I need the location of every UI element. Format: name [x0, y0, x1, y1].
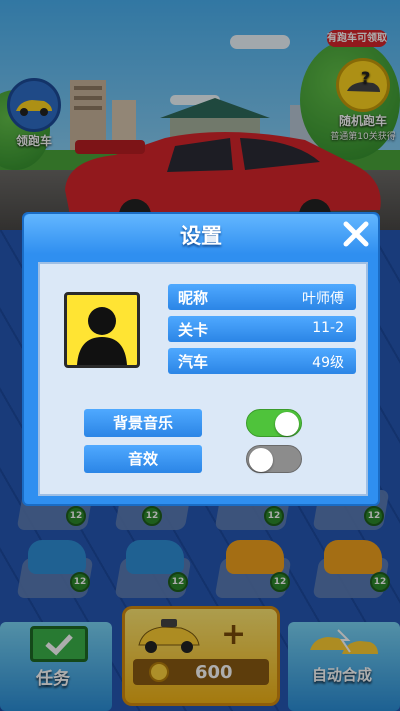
car-row: 汽车 49级: [168, 348, 356, 374]
close-button[interactable]: [340, 218, 372, 250]
car-label: 汽车: [178, 353, 209, 371]
nickname-label: 昵称: [178, 289, 209, 307]
car-value: 49级: [312, 355, 344, 371]
music-toggle[interactable]: [246, 409, 302, 437]
avatar[interactable]: [64, 292, 140, 368]
level-value: 11-2: [312, 320, 344, 336]
dialog-title: 设置: [180, 224, 222, 248]
level-label: 关卡: [178, 321, 209, 339]
nickname-value: 叶师傅: [302, 291, 344, 307]
toggle-knob: [275, 412, 299, 436]
close-icon: [343, 221, 369, 247]
sfx-toggle[interactable]: [246, 445, 302, 473]
settings-dialog: 设置 昵称 叶师傅 关卡 11-2 汽车 49级 背景音乐 音效: [22, 212, 380, 506]
nickname-row: 昵称 叶师傅: [168, 284, 356, 310]
sfx-label: 音效: [84, 445, 202, 473]
user-silhouette-icon: [77, 307, 127, 365]
level-row: 关卡 11-2: [168, 316, 356, 342]
music-label: 背景音乐: [84, 409, 202, 437]
settings-panel: 昵称 叶师傅 关卡 11-2 汽车 49级 背景音乐 音效: [38, 262, 368, 496]
toggle-knob: [249, 448, 273, 472]
